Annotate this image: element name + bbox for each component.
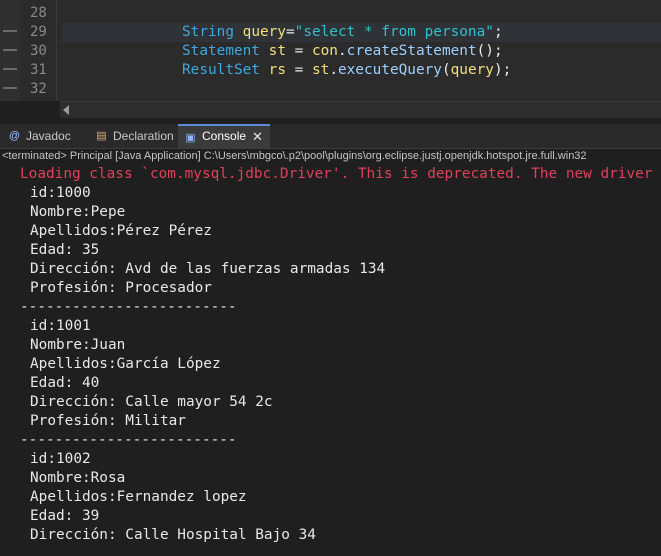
line-number: 31 [30, 62, 47, 78]
code-punct: ); [493, 62, 512, 78]
ruler-marker [3, 87, 17, 89]
code-variable: st [268, 43, 286, 59]
console-icon: ▣ [185, 132, 196, 144]
code-punct: (); [476, 43, 503, 59]
console-output[interactable]: Loading class `com.mysql.jdbc.Driver'. T… [0, 164, 661, 556]
console-line: Profesión: Militar [30, 413, 186, 429]
code-string: "select * from persona" [294, 24, 494, 40]
code-method: createStatement [346, 43, 477, 59]
line-number: 28 [30, 5, 47, 21]
code-type: Statement [182, 43, 260, 59]
code-variable: query [242, 24, 286, 40]
code-editor[interactable]: 28 29 30 31 32 String query="select * fr… [0, 0, 661, 101]
scroll-left-icon[interactable] [63, 105, 69, 115]
code-operator: = [285, 62, 312, 78]
code-punct: ; [493, 24, 503, 40]
code-method: executeQuery [337, 62, 442, 78]
console-line: Apellidos:García López [30, 356, 221, 372]
console-line: Apellidos:Pérez Pérez [30, 223, 212, 239]
javadoc-icon: @ [8, 130, 21, 142]
code-type: String [182, 24, 234, 40]
console-warning: Loading class `com.mysql.jdbc.Driver'. T… [20, 166, 661, 182]
console-line: Edad: 35 [30, 242, 100, 258]
record-separator: ------------------------- [20, 299, 237, 315]
console-line: Edad: 40 [30, 375, 100, 391]
console-line: Nombre:Pepe [30, 204, 126, 220]
console-line: Apellidos:Fernandez lopez [30, 489, 247, 505]
code-line-29[interactable]: String query="select * from persona"; [62, 23, 661, 42]
line-number: 29 [30, 24, 47, 40]
ruler-marker [3, 49, 17, 51]
tab-label: Console [202, 129, 247, 143]
console-line: id:1002 [30, 451, 91, 467]
code-argument: query [450, 62, 494, 78]
console-line: Profesión: Procesador [30, 280, 212, 296]
tab-label: Declaration [113, 129, 174, 143]
close-icon[interactable]: ✕ [252, 126, 263, 147]
editor-horizontal-scrollbar[interactable] [60, 101, 661, 118]
code-type: ResultSet [182, 62, 260, 78]
console-line: Nombre:Rosa [30, 470, 126, 486]
code-dot: . [329, 62, 338, 78]
code-object: con [311, 43, 338, 59]
console-status-line: <terminated> Principal [Java Application… [0, 149, 661, 164]
console-line: id:1001 [30, 318, 91, 334]
code-punct: ( [441, 62, 451, 78]
console-line: Dirección: Calle Hospital Bajo 34 [30, 527, 316, 543]
code-line-31[interactable]: ResultSet rs = st.executeQuery(query); [62, 61, 661, 80]
bottom-panel-tabbar: @ Javadoc ▤ Declaration ▣ Console ✕ [0, 124, 661, 149]
console-line: Edad: 39 [30, 508, 100, 524]
code-line-30[interactable]: Statement st = con.createStatement(); [62, 42, 661, 61]
code-object: st [311, 62, 330, 78]
console-line: Dirección: Calle mayor 54 2c [30, 394, 273, 410]
console-line: Nombre:Juan [30, 337, 126, 353]
declaration-icon: ▤ [96, 130, 107, 142]
record-separator: ------------------------- [20, 432, 237, 448]
code-dot: . [337, 43, 347, 59]
tab-label: Javadoc [26, 129, 71, 143]
console-line: Dirección: Avd de las fuerzas armadas 13… [30, 261, 386, 277]
code-operator: = [285, 43, 312, 59]
code-operator: = [285, 24, 295, 40]
tab-javadoc[interactable]: @ Javadoc [2, 124, 90, 148]
line-number: 30 [30, 43, 47, 59]
ruler-marker [3, 30, 17, 32]
tab-console[interactable]: ▣ Console ✕ [178, 124, 270, 148]
console-line: id:1000 [30, 185, 91, 201]
line-number: 32 [30, 81, 47, 97]
ruler-marker [3, 68, 17, 70]
overview-ruler [0, 0, 20, 101]
code-variable: rs [268, 62, 286, 78]
